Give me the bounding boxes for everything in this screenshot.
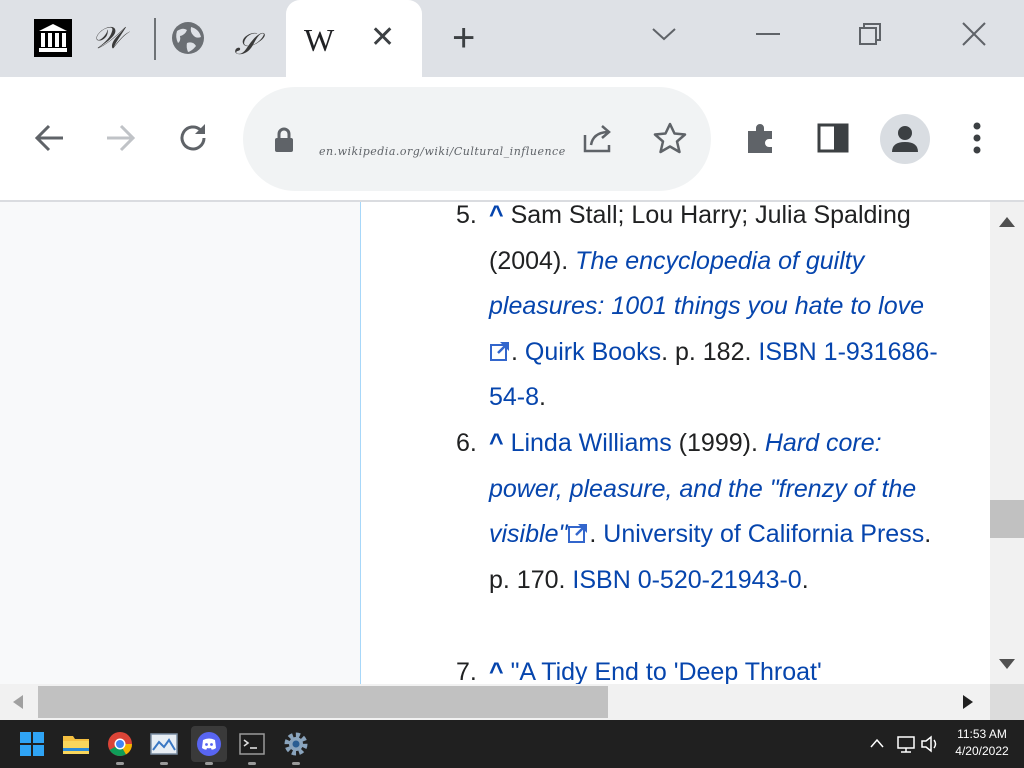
punctuation: .: [801, 565, 809, 594]
vertical-scroll-thumb[interactable]: [990, 500, 1024, 538]
archive-tab[interactable]: [33, 18, 73, 58]
clock-time: 11:53 AM: [957, 727, 1007, 741]
reference-number: 5.: [456, 202, 477, 229]
punctuation: .: [589, 520, 604, 548]
terminal-button[interactable]: [236, 728, 268, 765]
scroll-left-icon[interactable]: [12, 694, 24, 710]
close-icon: [962, 22, 986, 46]
archive-tab-title[interactable]: 𝒲: [88, 18, 128, 58]
publisher-link[interactable]: Quirk Books: [525, 338, 661, 366]
share-icon[interactable]: [581, 123, 617, 155]
globe-tab-title[interactable]: 𝒮: [226, 24, 266, 64]
more-vertical-icon: [973, 122, 981, 154]
running-indicator: [160, 762, 168, 765]
horizontal-scroll-thumb[interactable]: [38, 686, 608, 718]
minimize-icon: [756, 33, 780, 35]
person-icon: [892, 126, 918, 152]
restore-icon: [859, 23, 881, 45]
globe-icon: [172, 22, 204, 54]
back-button[interactable]: [26, 115, 72, 161]
side-panel-button[interactable]: [810, 115, 856, 161]
sidebar-area: [0, 202, 361, 684]
scroll-right-icon[interactable]: [962, 694, 974, 710]
gear-icon: [284, 732, 308, 756]
photos-button[interactable]: [148, 728, 180, 765]
reference-item: 7. ^ "A Tidy End to 'Deep Throat': [456, 650, 946, 684]
wikipedia-favicon: W: [304, 22, 335, 58]
tab-search-button[interactable]: [644, 14, 684, 54]
reference-item: 6. ^ Linda Williams (1999). Hard core: p…: [456, 421, 946, 603]
running-indicator: [116, 762, 124, 765]
new-tab-button[interactable]: +: [452, 18, 475, 58]
backlink-caret[interactable]: ^: [489, 429, 504, 457]
photos-icon: [150, 733, 178, 755]
horizontal-scrollbar[interactable]: [0, 684, 990, 720]
volume-icon[interactable]: [920, 735, 940, 753]
tab-separator: [154, 18, 156, 60]
institution-icon: [34, 19, 72, 57]
running-indicator: [292, 762, 300, 765]
settings-button[interactable]: [280, 728, 312, 765]
clock-date: 4/20/2022: [955, 744, 1009, 758]
bookmark-star-icon[interactable]: [653, 122, 687, 154]
globe-tab[interactable]: [168, 18, 208, 58]
windows-start-icon: [20, 732, 44, 756]
vertical-scrollbar[interactable]: [990, 202, 1024, 684]
extensions-button[interactable]: [738, 115, 784, 161]
taskbar: 11:53 AM 4/20/2022: [0, 720, 1024, 768]
chrome-button[interactable]: [104, 728, 136, 765]
minimize-button[interactable]: [748, 14, 788, 54]
scroll-up-icon[interactable]: [998, 216, 1016, 228]
puzzle-icon: [748, 124, 772, 153]
scrollbar-corner: [990, 684, 1024, 720]
system-clock[interactable]: 11:53 AM 4/20/2022: [946, 726, 1018, 760]
network-icon[interactable]: [896, 735, 916, 753]
close-window-button[interactable]: [954, 14, 994, 54]
forward-button[interactable]: [98, 115, 144, 161]
chevron-down-icon: [652, 28, 676, 41]
reload-icon: [180, 124, 206, 151]
running-indicator: [248, 762, 256, 765]
page-content: 5. ^ Sam Stall; Lou Harry; Julia Spaldin…: [0, 202, 990, 684]
chrome-icon: [108, 732, 132, 757]
file-explorer-button[interactable]: [60, 728, 92, 760]
reference-number: 7.: [456, 658, 477, 684]
arrow-left-icon: [34, 124, 63, 152]
publisher-link[interactable]: University of California Press: [603, 520, 924, 548]
isbn-link[interactable]: ISBN 0-520-21943-0: [572, 566, 801, 594]
backlink-caret[interactable]: ^: [489, 658, 504, 684]
menu-button[interactable]: [954, 115, 1000, 161]
browser-toolbar: en.wikipedia.org/wiki/Cultural_influence: [0, 77, 1024, 202]
url-text: en.wikipedia.org/wiki/Cultural_influence: [319, 145, 566, 158]
folder-icon: [63, 736, 89, 754]
tab-strip: 𝒲 𝒮 W ✕ +: [0, 0, 1024, 77]
terminal-icon: [239, 733, 265, 755]
lock-icon: [275, 127, 293, 152]
side-panel-icon: [817, 123, 849, 153]
punctuation: .: [511, 337, 525, 366]
punctuation: .: [539, 383, 546, 411]
page-info: . p. 182.: [661, 337, 759, 366]
address-bar[interactable]: en.wikipedia.org/wiki/Cultural_influence: [243, 87, 711, 191]
running-indicator: [205, 762, 213, 765]
profile-button[interactable]: [880, 114, 930, 164]
arrow-right-icon: [107, 124, 136, 152]
close-tab-icon[interactable]: ✕: [370, 20, 395, 55]
discord-icon: [197, 732, 221, 756]
reference-item: 5. ^ Sam Stall; Lou Harry; Julia Spaldin…: [456, 202, 946, 421]
reload-button[interactable]: [170, 115, 216, 161]
scroll-down-icon[interactable]: [998, 658, 1016, 670]
reference-number: 6.: [456, 429, 477, 457]
external-link-icon: [490, 341, 509, 361]
discord-button[interactable]: [191, 726, 227, 765]
start-button[interactable]: [16, 728, 48, 760]
article-title-link[interactable]: "A Tidy End to 'Deep Throat': [511, 658, 822, 684]
wikipedia-tab[interactable]: W ✕: [286, 0, 422, 77]
author-link[interactable]: Linda Williams: [511, 429, 672, 457]
external-link-icon: [568, 524, 588, 543]
backlink-caret[interactable]: ^: [489, 202, 504, 229]
restore-button[interactable]: [850, 14, 890, 54]
reference-year: (1999).: [671, 429, 765, 457]
chevron-up-icon[interactable]: [870, 738, 884, 748]
